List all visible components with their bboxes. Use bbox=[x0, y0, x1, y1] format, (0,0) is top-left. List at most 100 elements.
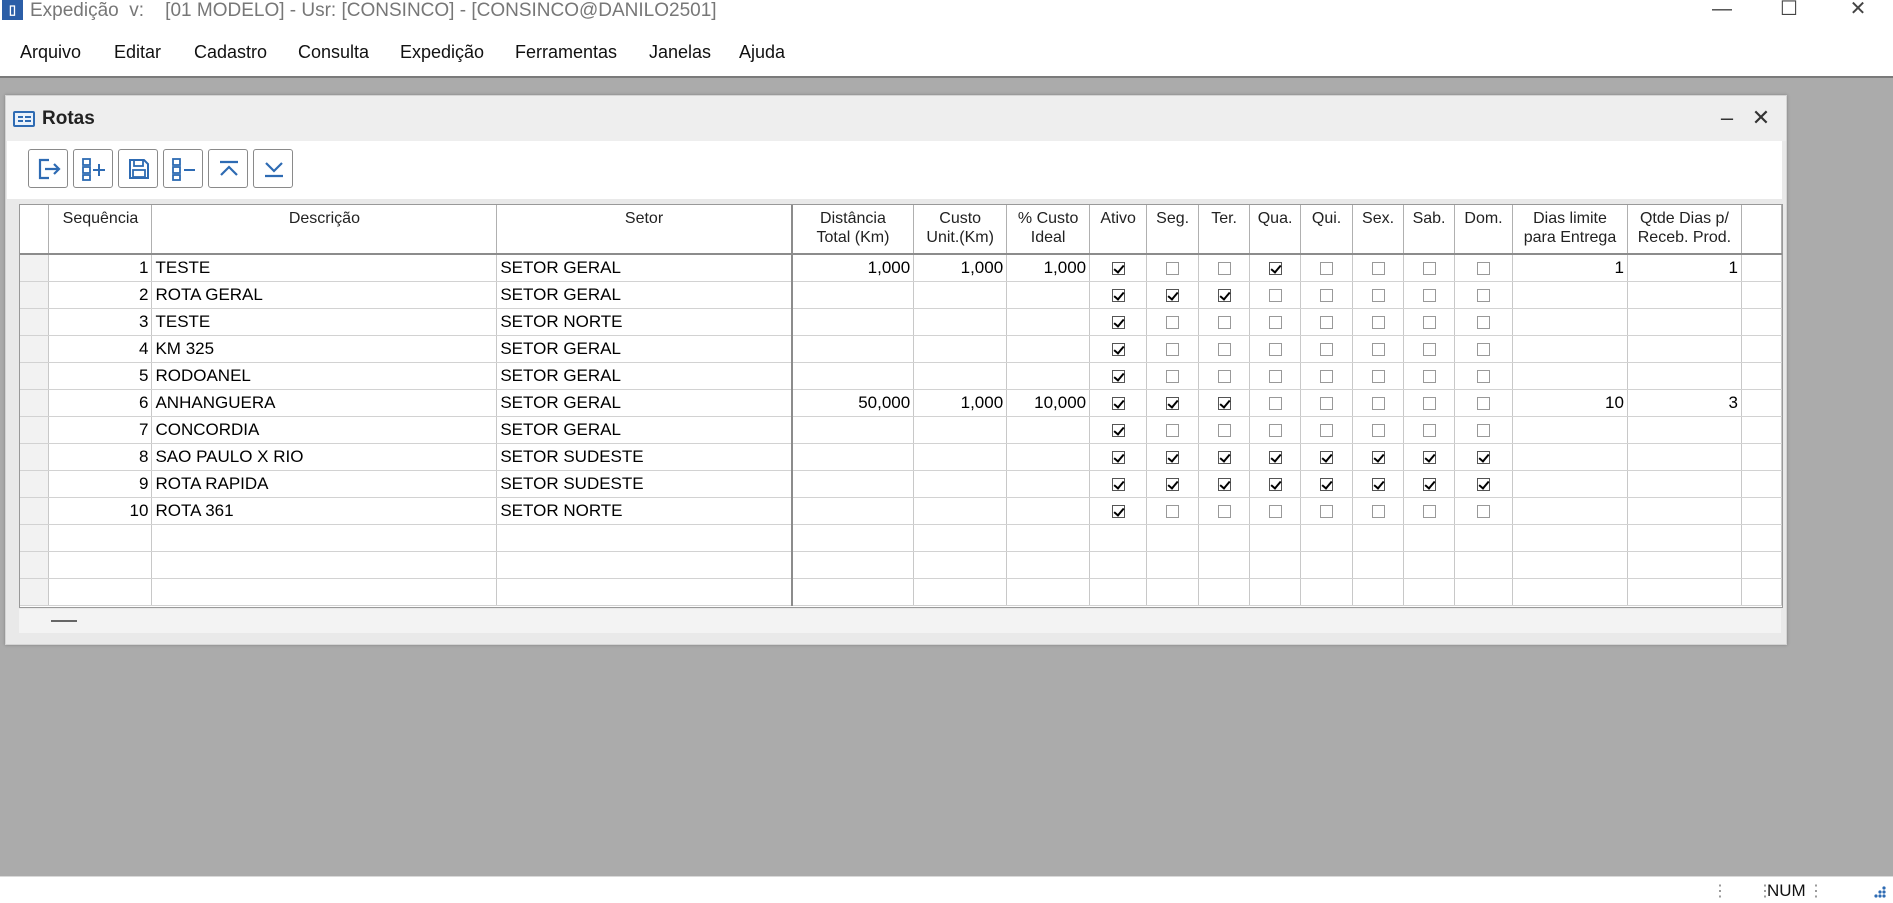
exit-button[interactable] bbox=[28, 149, 68, 188]
col-qtde-dias-header[interactable]: Qtde Dias p/ Receb. Prod. bbox=[1627, 205, 1742, 255]
row-indicator[interactable] bbox=[20, 443, 50, 471]
qtde-dias-cell[interactable] bbox=[1627, 281, 1742, 309]
qua-checkbox[interactable] bbox=[1268, 397, 1282, 411]
distancia-cell[interactable] bbox=[791, 578, 915, 606]
dom-checkbox[interactable] bbox=[1477, 451, 1490, 465]
seg-checkbox[interactable] bbox=[1166, 424, 1180, 438]
qtde-dias-cell[interactable] bbox=[1627, 578, 1742, 606]
custo-ideal-cell[interactable] bbox=[1006, 335, 1091, 363]
row-indicator[interactable] bbox=[20, 254, 50, 282]
qui-checkbox[interactable] bbox=[1320, 478, 1334, 492]
custo-unit-cell[interactable] bbox=[913, 551, 1008, 579]
custo-unit-cell[interactable]: 1,000 bbox=[913, 389, 1008, 417]
custo-unit-cell[interactable] bbox=[913, 524, 1008, 552]
qua-checkbox[interactable] bbox=[1268, 424, 1282, 438]
descricao-cell[interactable] bbox=[151, 524, 498, 552]
dias-limite-cell[interactable] bbox=[1512, 524, 1628, 552]
table-row[interactable] bbox=[20, 578, 1782, 606]
ativo-checkbox[interactable] bbox=[1111, 289, 1125, 303]
custo-unit-cell[interactable] bbox=[913, 308, 1008, 336]
qtde-dias-cell[interactable] bbox=[1627, 362, 1742, 390]
descricao-cell[interactable]: KM 325 bbox=[151, 335, 498, 363]
table-row[interactable]: 6 ANHANGUERA SETOR GERAL 50,000 1,000 10,000 1… bbox=[20, 389, 1782, 417]
seg-checkbox[interactable] bbox=[1166, 451, 1180, 465]
row-indicator[interactable] bbox=[20, 497, 50, 525]
custo-ideal-cell[interactable] bbox=[1006, 416, 1091, 444]
row-indicator[interactable] bbox=[20, 281, 50, 309]
qtde-dias-cell[interactable] bbox=[1627, 470, 1742, 498]
dias-limite-cell[interactable] bbox=[1512, 443, 1628, 471]
setor-cell[interactable]: SETOR NORTE bbox=[496, 308, 793, 336]
dias-limite-cell[interactable] bbox=[1512, 416, 1628, 444]
col-ter-header[interactable]: Ter. bbox=[1198, 205, 1251, 255]
setor-cell[interactable] bbox=[496, 551, 793, 579]
custo-ideal-cell[interactable] bbox=[1006, 524, 1091, 552]
dom-checkbox[interactable] bbox=[1477, 505, 1490, 519]
ter-checkbox[interactable] bbox=[1217, 451, 1231, 465]
sab-checkbox[interactable] bbox=[1422, 451, 1436, 465]
sab-checkbox[interactable] bbox=[1422, 397, 1436, 411]
last-record-button[interactable] bbox=[253, 149, 293, 188]
custo-ideal-cell[interactable] bbox=[1006, 578, 1091, 606]
row-indicator[interactable] bbox=[20, 578, 50, 606]
qui-checkbox[interactable] bbox=[1320, 451, 1334, 465]
dias-limite-cell[interactable]: 1 bbox=[1512, 254, 1628, 282]
setor-cell[interactable]: SETOR SUDESTE bbox=[496, 470, 793, 498]
table-row[interactable] bbox=[20, 524, 1782, 552]
qtde-dias-cell[interactable] bbox=[1627, 443, 1742, 471]
descricao-cell[interactable]: TESTE bbox=[151, 254, 498, 282]
qua-checkbox[interactable] bbox=[1268, 451, 1282, 465]
custo-unit-cell[interactable] bbox=[913, 443, 1008, 471]
table-row[interactable]: 10 ROTA 361 SETOR NORTE bbox=[20, 497, 1782, 525]
ativo-checkbox[interactable] bbox=[1111, 478, 1125, 492]
qtde-dias-cell[interactable]: 1 bbox=[1627, 254, 1742, 282]
descricao-cell[interactable] bbox=[151, 551, 498, 579]
distancia-cell[interactable] bbox=[791, 443, 915, 471]
row-indicator[interactable] bbox=[20, 335, 50, 363]
dom-checkbox[interactable] bbox=[1477, 397, 1490, 411]
dias-limite-cell[interactable] bbox=[1512, 362, 1628, 390]
sex-checkbox[interactable] bbox=[1371, 451, 1385, 465]
minimize-button[interactable]: — bbox=[1697, 0, 1747, 22]
col-qua-header[interactable]: Qua. bbox=[1249, 205, 1302, 255]
sequencia-cell[interactable] bbox=[48, 551, 153, 579]
sequencia-cell[interactable]: 5 bbox=[48, 362, 153, 390]
col-seg-header[interactable]: Seg. bbox=[1146, 205, 1200, 255]
sequencia-cell[interactable]: 6 bbox=[48, 389, 153, 417]
row-indicator[interactable] bbox=[20, 416, 50, 444]
seg-checkbox[interactable] bbox=[1166, 316, 1180, 330]
dias-limite-cell[interactable] bbox=[1512, 551, 1628, 579]
dias-limite-cell[interactable] bbox=[1512, 470, 1628, 498]
dias-limite-cell[interactable] bbox=[1512, 497, 1628, 525]
sequencia-cell[interactable] bbox=[48, 524, 153, 552]
sequencia-cell[interactable]: 2 bbox=[48, 281, 153, 309]
col-sex-header[interactable]: Sex. bbox=[1352, 205, 1405, 255]
scrollbar-thumb[interactable] bbox=[51, 620, 77, 622]
close-button[interactable]: ✕ bbox=[1833, 0, 1883, 22]
ter-checkbox[interactable] bbox=[1217, 289, 1231, 303]
table-row[interactable]: 4 KM 325 SETOR GERAL bbox=[20, 335, 1782, 363]
setor-cell[interactable]: SETOR SUDESTE bbox=[496, 443, 793, 471]
custo-unit-cell[interactable] bbox=[913, 416, 1008, 444]
sequencia-cell[interactable]: 10 bbox=[48, 497, 153, 525]
distancia-cell[interactable] bbox=[791, 470, 915, 498]
qui-checkbox[interactable] bbox=[1320, 424, 1334, 438]
sab-checkbox[interactable] bbox=[1422, 424, 1436, 438]
custo-ideal-cell[interactable] bbox=[1006, 443, 1091, 471]
qui-checkbox[interactable] bbox=[1320, 262, 1334, 276]
menu-arquivo[interactable]: Arquivo bbox=[20, 42, 81, 63]
dom-checkbox[interactable] bbox=[1477, 424, 1490, 438]
sex-checkbox[interactable] bbox=[1371, 262, 1385, 276]
seg-checkbox[interactable] bbox=[1166, 370, 1180, 384]
sab-checkbox[interactable] bbox=[1422, 343, 1436, 357]
ter-checkbox[interactable] bbox=[1217, 262, 1231, 276]
rotas-title-bar[interactable]: Rotas – ✕ bbox=[6, 96, 1786, 141]
table-row[interactable]: 3 TESTE SETOR NORTE bbox=[20, 308, 1782, 336]
dias-limite-cell[interactable] bbox=[1512, 281, 1628, 309]
qui-checkbox[interactable] bbox=[1320, 397, 1334, 411]
ativo-checkbox[interactable] bbox=[1111, 316, 1125, 330]
setor-cell[interactable]: SETOR GERAL bbox=[496, 335, 793, 363]
sex-checkbox[interactable] bbox=[1371, 370, 1385, 384]
custo-ideal-cell[interactable]: 1,000 bbox=[1006, 254, 1091, 282]
custo-unit-cell[interactable] bbox=[913, 578, 1008, 606]
